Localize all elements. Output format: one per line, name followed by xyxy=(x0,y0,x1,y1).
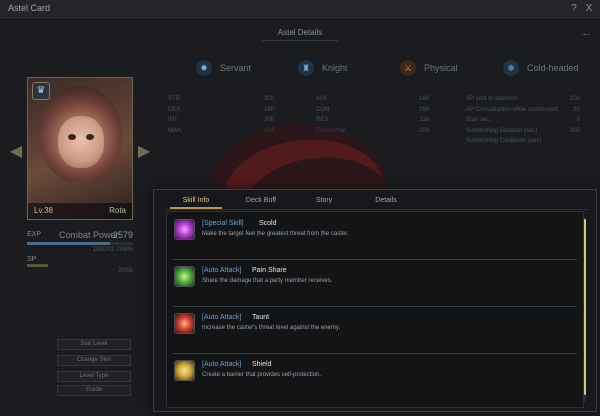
stat-value: 116 xyxy=(419,117,429,123)
skill-name: Taunt xyxy=(252,314,270,321)
sub-header: Astel Details ← xyxy=(0,22,600,42)
stat-value: 186 xyxy=(418,96,429,102)
tab-story[interactable]: Story xyxy=(298,195,350,209)
level-type-button[interactable]: Level Type xyxy=(57,371,131,382)
stat-row: AP cost to summon 100 xyxy=(466,94,580,105)
scrollbar-thumb[interactable] xyxy=(584,219,586,395)
stat-row: AGI 186 xyxy=(316,94,429,105)
sp-label: SP xyxy=(27,256,37,263)
stat-name: Summoning Cooldown (sec) xyxy=(466,138,542,144)
stat-value: 0 xyxy=(576,117,580,123)
stat-name: DEX xyxy=(168,106,181,113)
exp-values: 185/202.75M% xyxy=(92,247,133,253)
skill-name: Scold xyxy=(259,220,277,227)
shield-skill-icon xyxy=(174,360,195,381)
skill-description: Create a barrier that provides self-prot… xyxy=(202,372,322,378)
sp-progress-bar xyxy=(27,264,49,267)
character-level: Lv.38 xyxy=(34,206,53,215)
skill-name: Shield xyxy=(252,361,272,368)
guide-button[interactable]: Guide xyxy=(57,385,131,396)
previous-character-arrow-icon[interactable]: ◀ xyxy=(9,142,23,162)
skill-list: [Special Skill] Scold Make the target fe… xyxy=(166,211,584,408)
skill-type: [Auto Attack] xyxy=(202,267,242,274)
stat-name: AP Consumption while summoned xyxy=(466,106,558,113)
skill-name: Pain Share xyxy=(252,267,287,274)
astel-card-window: Astel Card ? X Astel Details ← ◀ ▶ ♛ Lv.… xyxy=(0,0,600,416)
stat-name: INT xyxy=(168,117,178,123)
cold-headed-icon: ❄ xyxy=(503,60,519,76)
stat-value: 20 xyxy=(573,106,580,113)
stat-row: STR 303 xyxy=(168,94,274,105)
stat-value: 100 xyxy=(569,96,580,102)
stat-value: 209 xyxy=(418,127,429,134)
trait-servant-label: Servant xyxy=(220,63,252,73)
help-button[interactable]: ? xyxy=(568,2,580,15)
sp-values: 20/65 xyxy=(117,268,133,274)
taunt-skill-icon xyxy=(174,313,195,334)
title-bar: Astel Card ? X xyxy=(0,0,600,18)
stat-name: Summoning Duration (sec) xyxy=(466,127,538,134)
trait-knight-label: Knight xyxy=(322,63,348,73)
stat-value: 303 xyxy=(263,96,274,102)
star-level-button[interactable]: Star Level xyxy=(57,339,131,350)
skill-description: Share the damage that a party member rec… xyxy=(202,278,333,284)
physical-icon: ⚔ xyxy=(400,60,416,76)
stat-name: MAN xyxy=(168,127,182,134)
knight-icon: ♜ xyxy=(298,60,314,76)
next-character-arrow-icon[interactable]: ▶ xyxy=(137,142,151,162)
servant-icon: ✸ xyxy=(196,60,212,76)
detail-tabs: Skill Info Deck Buff Story Details xyxy=(154,190,596,210)
stat-row: Summoning Duration (sec) 300 xyxy=(466,126,580,137)
skill-item[interactable]: [Special Skill] Scold Make the target fe… xyxy=(167,213,585,260)
stat-row: Stun sec. 0 xyxy=(466,115,580,126)
skill-type: [Auto Attack] xyxy=(202,361,242,368)
portrait-left-eye xyxy=(68,134,76,140)
skill-panel: Skill Info Deck Buff Story Details [Spec… xyxy=(153,189,597,412)
trait-cold-headed-label: Cold-headed xyxy=(527,63,579,73)
skill-description: Increase the caster's threat level again… xyxy=(202,325,341,331)
portrait-face xyxy=(58,116,104,168)
change-skin-button[interactable]: Change Skin xyxy=(57,355,131,366)
skill-type: [Auto Attack] xyxy=(202,314,242,321)
skill-item[interactable]: [Auto Attack] Pain Share Share the damag… xyxy=(167,260,585,307)
exp-label: EXP xyxy=(27,231,42,238)
stat-name: STR xyxy=(168,96,180,102)
tab-skill-info[interactable]: Skill Info xyxy=(170,195,222,209)
exp-progress-fill xyxy=(27,242,110,245)
window-title: Astel Card xyxy=(8,3,51,13)
tab-deck-buff[interactable]: Deck Buff xyxy=(235,195,287,209)
stats-column-3: AP cost to summon 100 AP Consumption whil… xyxy=(466,94,580,147)
stat-row: AP Consumption while summoned 20 xyxy=(466,105,580,116)
stat-row: Summoning Cooldown (sec) xyxy=(466,136,580,147)
skill-item[interactable]: [Auto Attack] Taunt Increase the caster'… xyxy=(167,307,585,354)
trait-physical-label: Physical xyxy=(424,63,458,73)
stat-value: 300 xyxy=(569,127,580,134)
close-button[interactable]: X xyxy=(583,2,595,15)
stat-name: AP cost to summon xyxy=(466,96,518,102)
class-emblem-icon: ♛ xyxy=(32,82,50,100)
stat-value: 268 xyxy=(418,106,429,113)
tab-details[interactable]: Details xyxy=(360,195,412,209)
combat-power-value: 2579 xyxy=(112,230,133,240)
stat-name: Stun sec. xyxy=(466,117,492,123)
portrait-right-eye xyxy=(86,134,94,140)
tab-divider xyxy=(164,209,588,210)
portrait-caption: Lv.38 Rota xyxy=(28,203,132,219)
skill-type: [Special Skill] xyxy=(202,220,244,227)
character-portrait: ♛ Lv.38 Rota xyxy=(27,77,133,220)
pain-share-skill-icon xyxy=(174,266,195,287)
skill-list-scrollbar[interactable] xyxy=(584,217,586,403)
skill-item[interactable]: [Auto Attack] Shield Create a barrier th… xyxy=(167,354,585,401)
combat-power-label: Combat Power xyxy=(59,230,119,240)
scold-skill-icon xyxy=(174,219,195,240)
exp-progress-bar xyxy=(27,242,133,245)
back-arrow-icon[interactable]: ← xyxy=(581,27,592,39)
stat-name: AGI xyxy=(316,96,327,102)
skill-description: Make the target feel the greatest threat… xyxy=(202,231,349,237)
astel-details-title: Astel Details xyxy=(262,25,338,41)
character-name: Rota xyxy=(109,206,126,215)
